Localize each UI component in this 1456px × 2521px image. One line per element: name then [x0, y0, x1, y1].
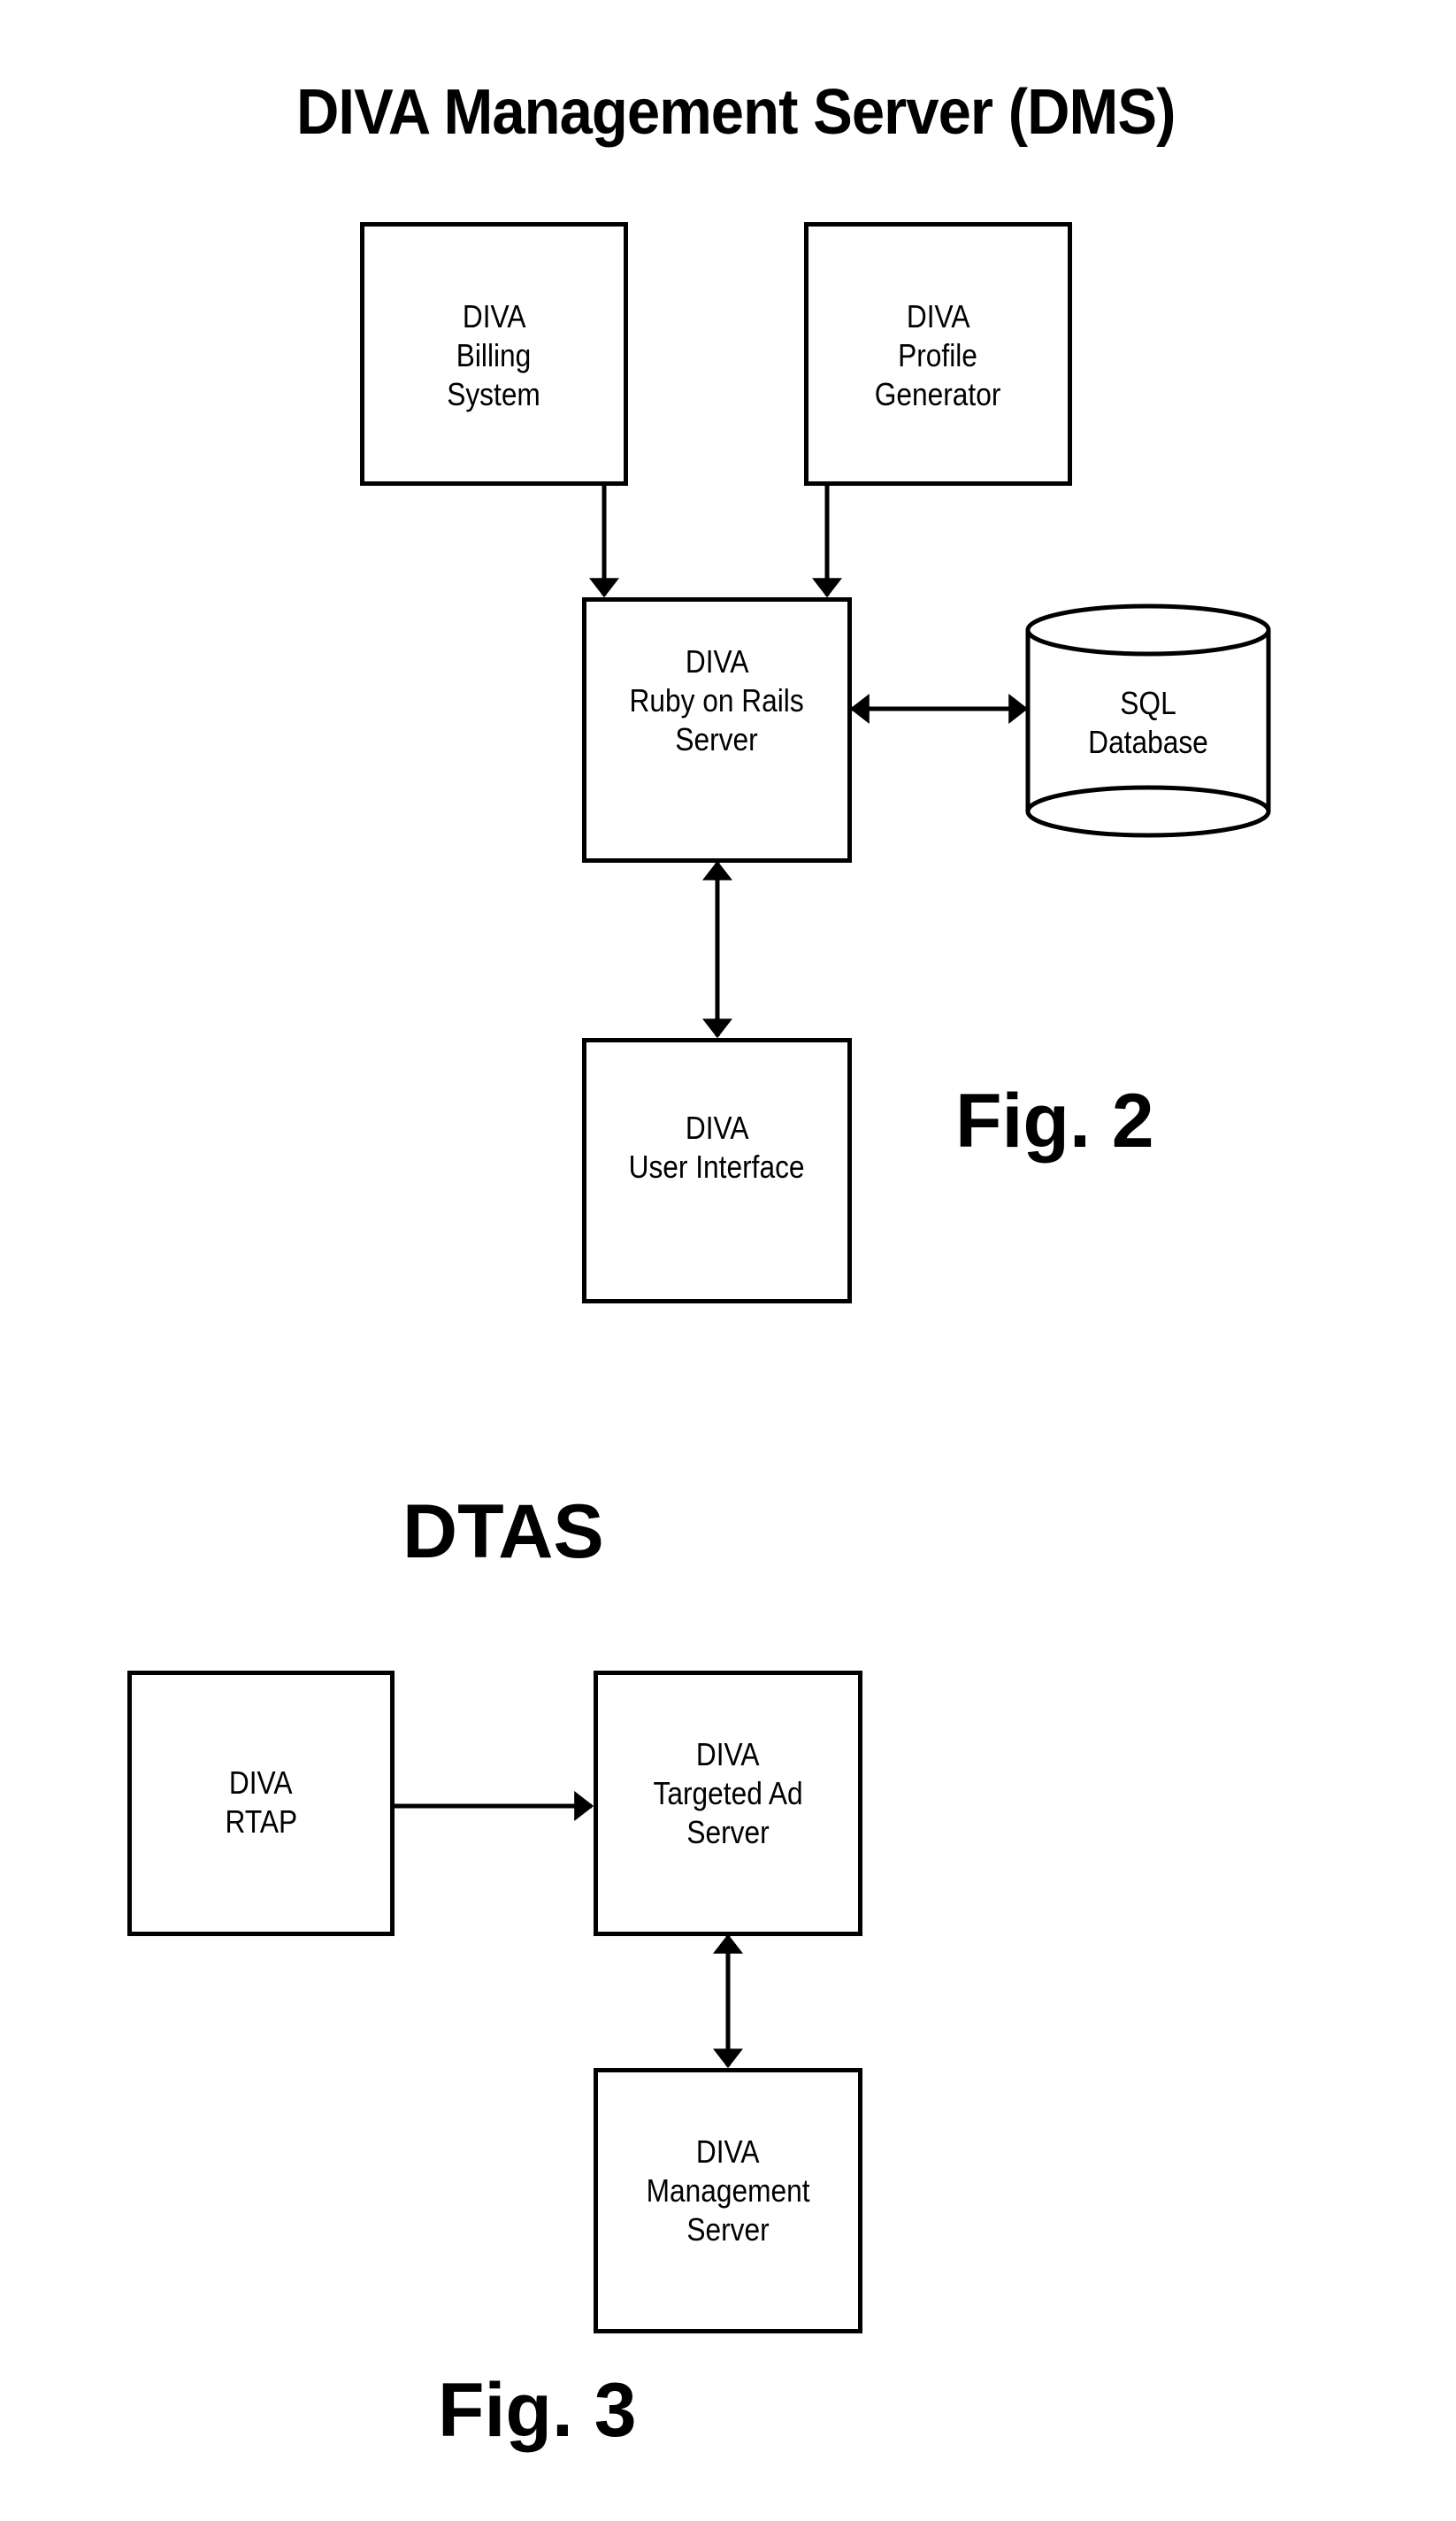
- node-label-line: Generator: [875, 376, 1001, 412]
- node-label-line: User Interface: [629, 1149, 805, 1185]
- node-label-line: DIVA: [462, 298, 526, 334]
- sql-database-label: SQL Database: [1042, 684, 1253, 762]
- node-label-line: Billing: [456, 337, 532, 373]
- diva-ruby-on-rails-server-box: DIVA Ruby on Rails Server: [582, 597, 852, 863]
- node-label-line: DIVA: [696, 1736, 760, 1772]
- node-label-line: Database: [1088, 724, 1208, 760]
- node-label-line: Server: [686, 2211, 770, 2248]
- diva-user-interface-box: DIVA User Interface: [582, 1038, 852, 1303]
- node-label-line: DIVA: [685, 1110, 749, 1146]
- diva-rtap-box: DIVA RTAP: [127, 1671, 395, 1936]
- node-label-line: Server: [686, 1814, 770, 1850]
- node-label-line: Targeted Ad: [653, 1775, 803, 1811]
- node-label-line: SQL: [1120, 685, 1176, 721]
- diva-billing-system-box: DIVA Billing System: [360, 222, 628, 486]
- node-label-line: DIVA: [229, 1764, 293, 1801]
- node-label-line: DIVA: [696, 2133, 760, 2170]
- node-label-line: DIVA: [906, 298, 970, 334]
- node-label-line: System: [447, 376, 541, 412]
- node-label-line: RTAP: [225, 1803, 297, 1840]
- node-label-line: Ruby on Rails: [629, 682, 805, 719]
- node-label-line: Server: [675, 721, 759, 757]
- diva-targeted-ad-server-box: DIVA Targeted Ad Server: [594, 1671, 862, 1936]
- diva-profile-generator-box: DIVA Profile Generator: [804, 222, 1072, 486]
- node-label-line: Management: [646, 2172, 810, 2209]
- diva-management-server-box: DIVA Management Server: [594, 2068, 862, 2333]
- node-label-line: Profile: [898, 337, 978, 373]
- node-label-line: DIVA: [685, 643, 749, 680]
